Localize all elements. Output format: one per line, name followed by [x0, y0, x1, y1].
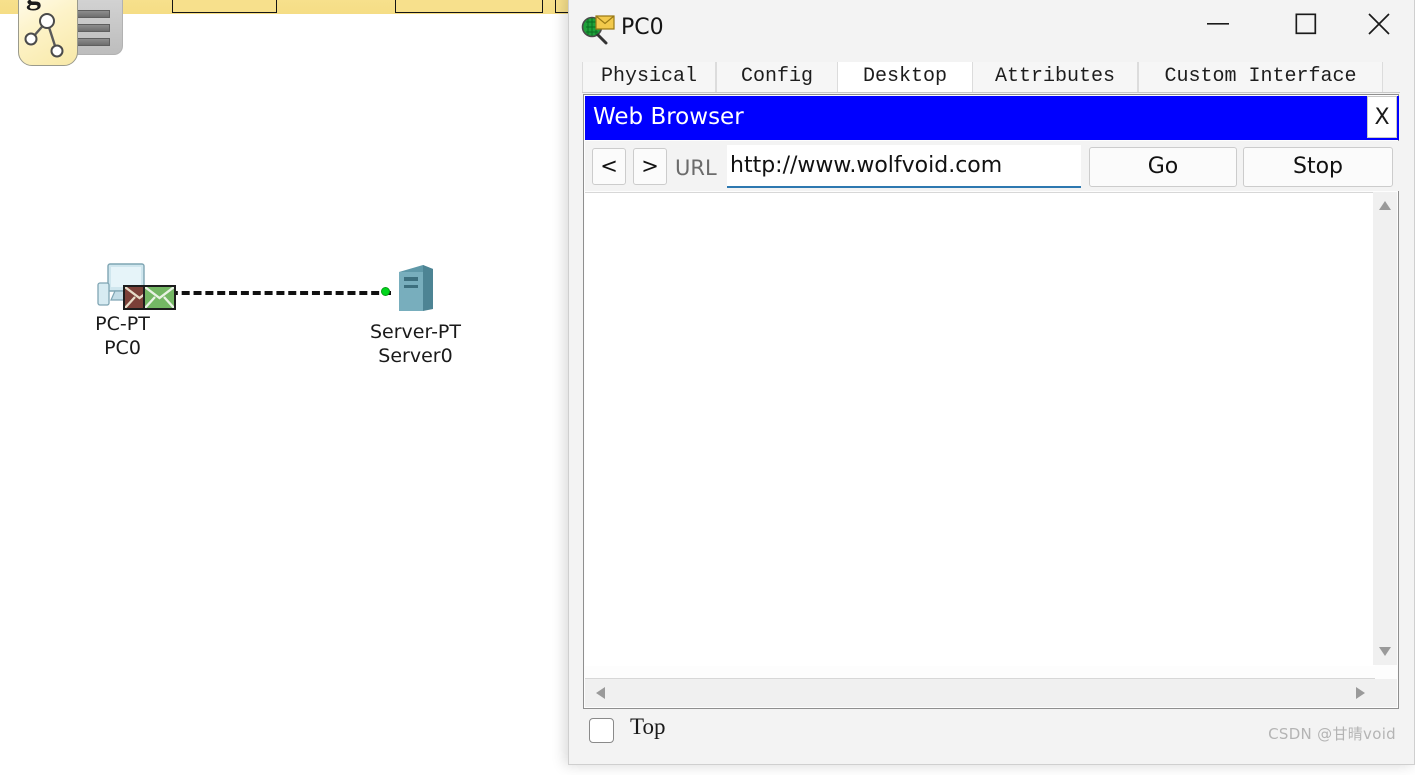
web-browser-title: Web Browser — [593, 104, 744, 130]
link-status-dot-server — [381, 287, 390, 296]
minimize-icon — [1207, 23, 1229, 25]
tab-custom-interface[interactable]: Custom Interface — [1138, 62, 1383, 92]
tab-attributes[interactable]: Attributes — [972, 62, 1138, 92]
tab-physical[interactable]: Physical — [582, 62, 716, 92]
close-button[interactable] — [1348, 1, 1410, 47]
stop-button[interactable]: Stop — [1243, 147, 1393, 187]
back-button[interactable]: < — [592, 148, 626, 185]
device-window-pc0[interactable]: PC0 Physical Config Desktop Attributes C… — [568, 0, 1415, 765]
scroll-up-icon[interactable] — [1379, 201, 1391, 210]
network-link[interactable] — [158, 291, 391, 295]
minimize-button[interactable] — [1187, 1, 1249, 47]
screen-root: g PC-PT PC0 Server-PT Server0 — [0, 0, 1415, 775]
device-tabs[interactable]: Physical Config Desktop Attributes Custo… — [582, 62, 1400, 93]
inspect-device-icon — [581, 15, 615, 45]
device-type-server0: Server-PT — [369, 321, 461, 343]
device-name-server0: Server0 — [378, 345, 453, 367]
maximize-icon — [1295, 13, 1317, 35]
scroll-left-icon[interactable] — [596, 687, 605, 699]
url-input[interactable] — [727, 145, 1081, 188]
packet-envelope-green[interactable] — [143, 285, 176, 310]
window-title: PC0 — [621, 15, 664, 40]
top-checkbox-label: Top — [630, 714, 666, 739]
forward-button[interactable]: > — [633, 148, 667, 185]
logical-workspace[interactable]: PC-PT PC0 Server-PT Server0 — [0, 0, 560, 700]
web-browser-close-button[interactable]: X — [1367, 96, 1397, 138]
go-button[interactable]: Go — [1089, 147, 1237, 187]
browser-nav-row: < > URL Go Stop — [585, 141, 1399, 191]
tab-desktop[interactable]: Desktop — [838, 62, 972, 92]
window-titlebar[interactable]: PC0 — [569, 0, 1414, 53]
server-tower-icon[interactable] — [396, 263, 436, 313]
tab-config[interactable]: Config — [716, 62, 838, 92]
maximize-button[interactable] — [1275, 1, 1337, 47]
device-label-pc0: PC-PT PC0 — [55, 312, 190, 360]
horizontal-scrollbar[interactable] — [585, 678, 1375, 707]
device-name-pc0: PC0 — [104, 337, 141, 359]
scroll-right-icon[interactable] — [1356, 687, 1365, 699]
web-browser-titlebar[interactable]: Web Browser — [585, 96, 1399, 140]
scroll-down-icon[interactable] — [1379, 647, 1391, 656]
device-label-server0: Server-PT Server0 — [343, 320, 488, 368]
close-icon — [1368, 13, 1390, 35]
vertical-scrollbar[interactable] — [1373, 192, 1397, 665]
watermark: CSDN @甘晴void — [1268, 725, 1396, 743]
scrollbar-corner — [1373, 679, 1397, 707]
web-browser-panel[interactable]: Web Browser X < > URL Go Stop — [583, 94, 1399, 709]
url-label: URL — [675, 156, 717, 180]
top-checkbox[interactable] — [589, 718, 614, 743]
device-type-pc0: PC-PT — [95, 313, 150, 335]
browser-page-content — [585, 192, 1375, 666]
